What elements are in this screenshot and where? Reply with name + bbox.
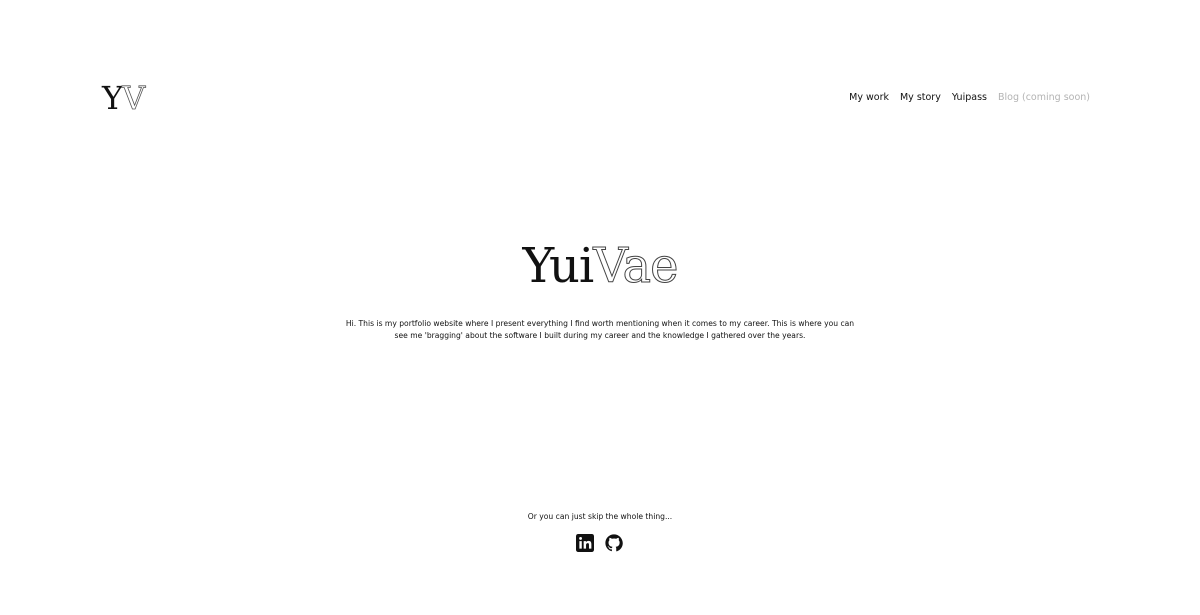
nav-yuipass[interactable]: Yuipass xyxy=(952,91,987,105)
site-logo[interactable]: YV xyxy=(102,79,146,117)
github-icon-graphic xyxy=(605,534,623,552)
github-icon[interactable] xyxy=(605,534,623,552)
hero-title-outline: Vae xyxy=(593,238,679,295)
linkedin-icon-graphic xyxy=(576,534,594,552)
nav-my-story[interactable]: My story xyxy=(900,91,941,105)
logo-letter-outline: V xyxy=(122,79,146,117)
social-links xyxy=(576,534,623,552)
nav-my-work[interactable]: My work xyxy=(849,91,889,105)
skip-text: Or you can just skip the whole thing... xyxy=(527,512,673,521)
nav-blog: Blog (coming soon) xyxy=(997,92,1090,103)
linkedin-icon[interactable] xyxy=(576,534,594,552)
hero-title-solid: Yui xyxy=(522,238,594,294)
logo-letter-solid: Y xyxy=(102,79,123,117)
main-nav: My work My story Yuipass Blog (coming so… xyxy=(849,91,1090,105)
hero-title: YuiVae xyxy=(0,238,1200,295)
intro-text: Hi. This is my portfolio website where I… xyxy=(345,319,855,340)
page: YV My work My story Yuipass Blog (coming… xyxy=(0,0,1200,615)
